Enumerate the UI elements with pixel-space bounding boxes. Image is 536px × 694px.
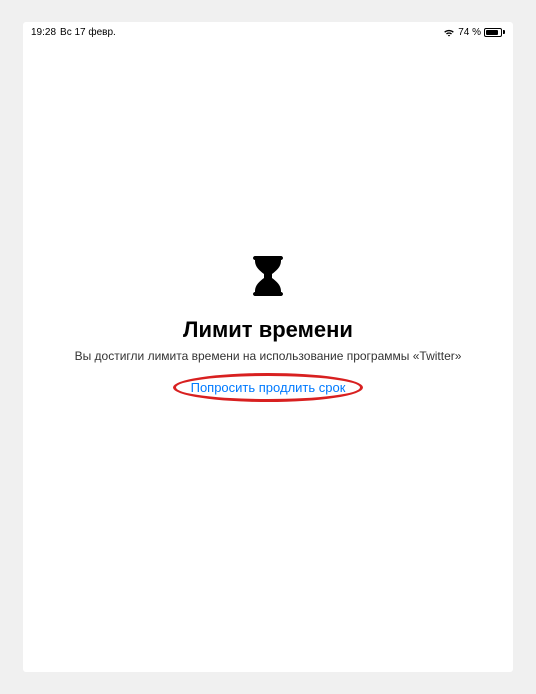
request-extension-button[interactable]: Попросить продлить срок bbox=[177, 375, 360, 400]
limit-message: Вы достигли лимита времени на использова… bbox=[75, 349, 462, 365]
page-title: Лимит времени bbox=[183, 317, 353, 343]
hourglass-icon bbox=[251, 254, 285, 303]
time-limit-screen: Лимит времени Вы достигли лимита времени… bbox=[23, 22, 513, 652]
request-button-wrap: Попросить продлить срок bbox=[177, 375, 360, 400]
device-screen: 19:28 Вс 17 февр. 74 % Лимит времени Вы … bbox=[23, 22, 513, 672]
